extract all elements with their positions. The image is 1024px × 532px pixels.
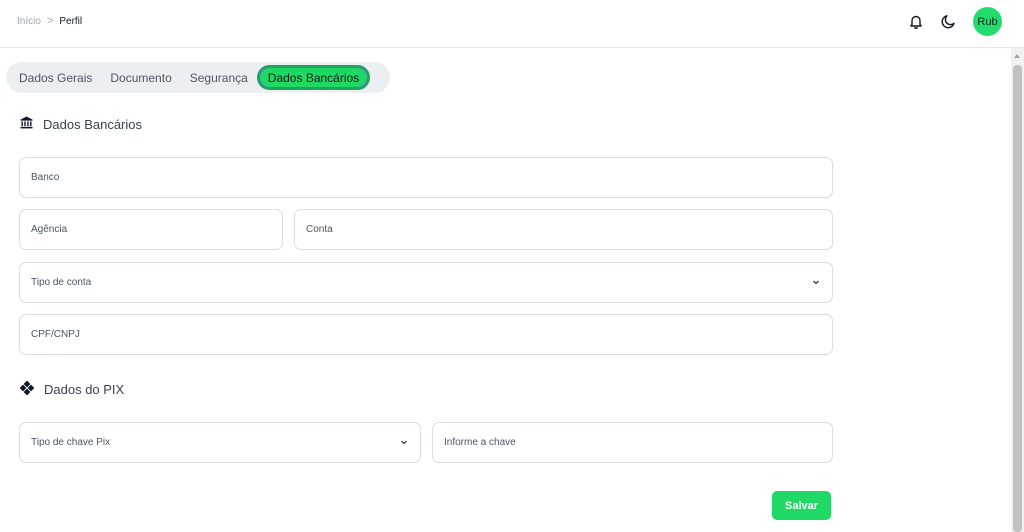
pix-icon [19, 380, 35, 398]
breadcrumb-current: Perfil [59, 15, 83, 27]
conta-placeholder: Conta [306, 224, 333, 235]
breadcrumb-separator: > [46, 15, 54, 27]
bell-icon[interactable] [907, 13, 925, 31]
cpf-cnpj-placeholder: CPF/CNPJ [31, 329, 80, 340]
avatar[interactable]: Rub [973, 7, 1002, 36]
header-actions: Rub [907, 7, 1002, 36]
conta-input[interactable]: Conta [294, 209, 833, 250]
section-title-pix-text: Dados do PIX [44, 382, 125, 397]
save-button[interactable]: Salvar [772, 491, 831, 520]
agencia-input[interactable]: Agência [19, 209, 283, 250]
scroll-thumb[interactable] [1013, 65, 1022, 532]
moon-icon[interactable] [939, 13, 957, 31]
breadcrumb: Início > Perfil [17, 15, 82, 27]
chave-pix-placeholder: Informe a chave [444, 437, 516, 448]
tipo-chave-pix-select[interactable]: Tipo de chave Pix [19, 422, 421, 463]
section-title-bank-text: Dados Bancários [43, 116, 142, 132]
profile-tabs: Dados Gerais Documento Segurança Dados B… [6, 62, 390, 93]
tipo-chave-pix-placeholder: Tipo de chave Pix [31, 437, 111, 448]
chevron-down-icon [812, 278, 820, 289]
tab-dados-bancarios[interactable]: Dados Bancários [256, 65, 371, 90]
chave-pix-input[interactable]: Informe a chave [432, 422, 833, 463]
bank-icon [20, 116, 33, 132]
tipo-conta-placeholder: Tipo de conta [31, 277, 92, 288]
tab-dados-gerais[interactable]: Dados Gerais [10, 65, 101, 90]
tipo-conta-select[interactable]: Tipo de conta [19, 262, 833, 303]
tab-seguranca[interactable]: Segurança [181, 65, 257, 90]
chevron-down-icon [400, 438, 408, 449]
breadcrumb-home-link[interactable]: Início [17, 16, 41, 27]
banco-placeholder: Banco [31, 172, 60, 183]
top-bar: Início > Perfil Rub [0, 0, 1024, 48]
section-title-bank: Dados Bancários [20, 116, 142, 132]
banco-input[interactable]: Banco [19, 157, 833, 198]
tab-documento[interactable]: Documento [101, 65, 180, 90]
scroll-up-arrow-icon[interactable] [1014, 54, 1020, 58]
section-title-pix: Dados do PIX [19, 380, 125, 398]
scrollbar[interactable] [1011, 48, 1024, 532]
cpf-cnpj-input[interactable]: CPF/CNPJ [19, 314, 833, 355]
agencia-placeholder: Agência [31, 224, 68, 235]
